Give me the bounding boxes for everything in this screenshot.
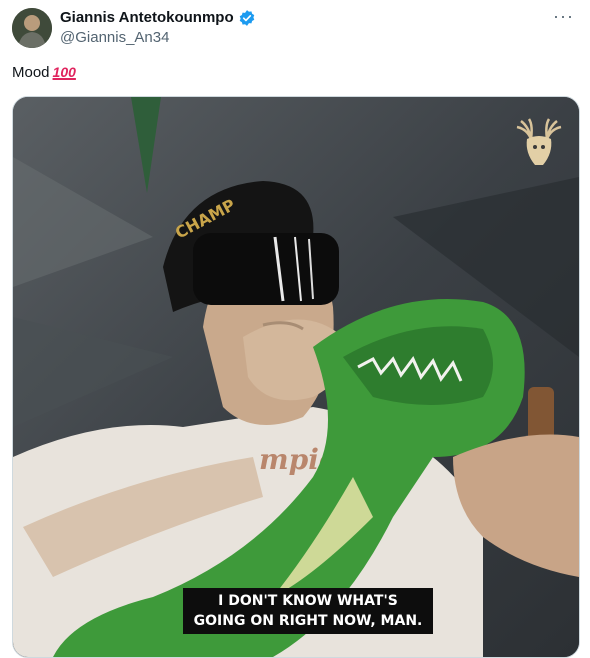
tweet-video[interactable]: CHAMP mpio I DON'T KNOW WHAT'S GOING ON … — [12, 96, 580, 658]
video-subtitle: I DON'T KNOW WHAT'S GOING ON RIGHT NOW, … — [183, 588, 433, 634]
tweet: Giannis Antetokounmpo @Giannis_An34 ··· … — [0, 0, 590, 658]
video-frame: CHAMP mpio — [13, 97, 579, 657]
subtitle-line-2: GOING ON RIGHT NOW, MAN. — [193, 613, 423, 629]
handle[interactable]: @Giannis_An34 — [60, 28, 169, 48]
verified-badge-icon — [238, 9, 256, 27]
tweet-text-content: Mood — [12, 64, 50, 81]
avatar[interactable] — [12, 8, 52, 48]
author-name-row: Giannis Antetokounmpo — [60, 8, 256, 28]
tweet-text: Mood 100 — [12, 62, 76, 83]
display-name[interactable]: Giannis Antetokounmpo — [60, 8, 234, 28]
subtitle-line-1: I DON'T KNOW WHAT'S — [218, 593, 398, 609]
ski-goggles — [193, 233, 339, 305]
more-options-icon[interactable]: ··· — [553, 6, 574, 26]
hundred-points-emoji-icon: 100 — [52, 64, 76, 80]
